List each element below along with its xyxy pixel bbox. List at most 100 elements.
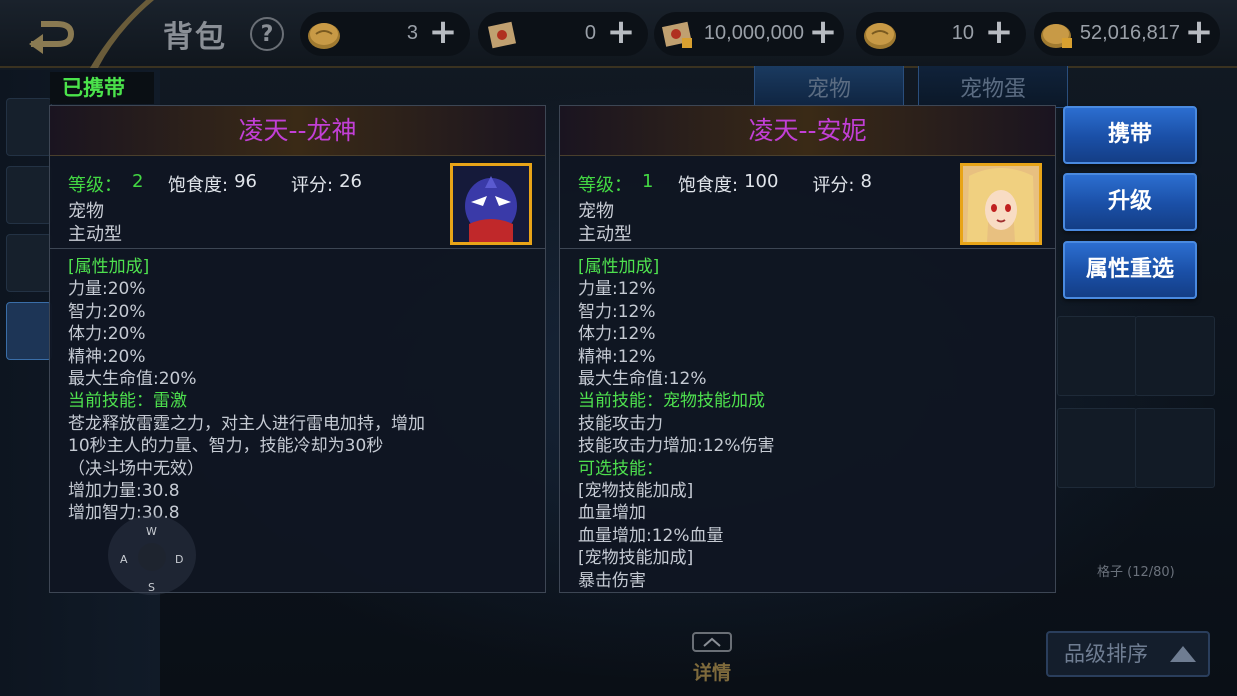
- score-label: 评分:: [812, 175, 855, 196]
- pet-detail-card-carried: 凌天--龙神 等级： 2 饱食度: 96 评分: 26 宠物 主动型 [属性加成…: [49, 105, 546, 593]
- level-label: 等级：: [68, 175, 122, 196]
- joystick-key-s: S: [148, 581, 155, 594]
- attribute-line: 可选技能：: [578, 458, 663, 479]
- level-value: 1: [642, 171, 654, 192]
- joystick-key-a: A: [120, 553, 128, 566]
- attribute-line: [宠物技能加成]: [578, 481, 694, 502]
- attribute-line: 智力:12%: [578, 301, 656, 322]
- dragon-ninja-portrait: [450, 163, 532, 245]
- add-resource-button[interactable]: +: [426, 15, 460, 50]
- sort-by-grade-button[interactable]: 品级排序: [1046, 631, 1210, 677]
- attribute-line: 血量增加:12%血量: [578, 525, 724, 546]
- inventory-slot[interactable]: [1135, 408, 1215, 488]
- attribute-line: 力量:20%: [68, 279, 146, 300]
- satiety-value: 100: [744, 171, 779, 192]
- resource-value: 52,016,817: [1079, 22, 1180, 44]
- attribute-line: [属性加成]: [578, 257, 660, 277]
- score-label: 评分:: [290, 175, 334, 196]
- dragon-ninja-portrait-icon: [453, 166, 529, 242]
- resource-scroll: 0 +: [478, 12, 648, 56]
- pet-stats-row: 等级： 1 饱食度: 100 评分: 8: [578, 171, 906, 197]
- add-resource-button[interactable]: +: [604, 15, 638, 50]
- resource-value: 0: [584, 22, 596, 44]
- inventory-slot[interactable]: [1135, 316, 1215, 396]
- resource-value: 10: [951, 22, 974, 44]
- scroll-icon: [487, 21, 517, 49]
- pet-attribute-list: [属性加成] 力量:12% 智力:12% 体力:12% 精神:12% 最大生命值:12% 当…: [578, 256, 1045, 588]
- attribute-line: 精神:12%: [578, 346, 656, 367]
- tab-pet-egg[interactable]: 宠物蛋: [918, 66, 1068, 108]
- help-button[interactable]: ?: [250, 17, 284, 51]
- resource-silver-coin: 10 +: [856, 12, 1026, 56]
- pet-summary: 等级： 1 饱食度: 100 评分: 8 宠物 主动型: [560, 157, 1055, 249]
- inventory-slot[interactable]: [1057, 408, 1137, 488]
- carry-button[interactable]: 携带: [1063, 106, 1197, 164]
- joystick-key-w: W: [146, 525, 157, 538]
- resource-locked-scroll: 10,000,000 +: [654, 12, 844, 56]
- top-bar: 背包 ? 3 + 0 + 10,000,000 + 10 + 52,016,81…: [0, 0, 1237, 68]
- attribute-line: 技能攻击力增加:12%伤害: [578, 436, 775, 457]
- joystick-key-d: D: [175, 553, 184, 566]
- attribute-line: 体力:20%: [68, 324, 146, 345]
- details-button[interactable]: 详情: [690, 632, 734, 692]
- coin-icon: [308, 23, 340, 49]
- resource-value: 3: [406, 22, 418, 44]
- chevron-up-icon: [692, 632, 732, 652]
- attribute-line: [属性加成]: [68, 257, 150, 277]
- left-category-slot[interactable]: [6, 98, 52, 156]
- reroll-attributes-button[interactable]: 属性重选: [1063, 241, 1197, 299]
- satiety-value: 96: [234, 171, 257, 192]
- carried-label: 已携带: [50, 72, 154, 104]
- coin-icon: [864, 23, 896, 49]
- level-label: 等级：: [578, 175, 632, 196]
- pet-detail-card-selected: 凌天--安妮 等级： 1 饱食度: 100 评分: 8 宠物 主动型 [属性加成…: [559, 105, 1056, 593]
- attribute-line: 10秒主人的力量、智力，技能冷却为30秒: [68, 436, 384, 457]
- attribute-line: 当前技能：雷激: [68, 391, 187, 412]
- resource-value: 10,000,000: [703, 22, 804, 44]
- attribute-line: 苍龙释放雷霆之力，对主人进行雷电加持，增加: [68, 413, 425, 434]
- left-category-slot-active[interactable]: [6, 302, 52, 360]
- slash-decoration-icon: [90, 0, 154, 68]
- attribute-line: 暴击伤害: [578, 570, 646, 588]
- pet-name: 凌天--龙神: [50, 106, 545, 156]
- blonde-girl-portrait-icon: [963, 166, 1039, 242]
- left-category-slot[interactable]: [6, 234, 52, 292]
- upgrade-button[interactable]: 升级: [1063, 173, 1197, 231]
- back-button[interactable]: [24, 14, 94, 58]
- joystick-knob[interactable]: [138, 543, 166, 571]
- add-resource-button[interactable]: +: [982, 15, 1016, 50]
- attribute-line: [宠物技能加成]: [578, 548, 694, 569]
- sort-arrow-up-icon: [1170, 646, 1196, 662]
- pet-stats-row: 等级： 2 饱食度: 96 评分: 26: [68, 171, 396, 197]
- add-resource-button[interactable]: +: [806, 15, 840, 50]
- attribute-line: 精神:20%: [68, 346, 146, 367]
- add-resource-button[interactable]: +: [1182, 15, 1216, 50]
- attribute-line: （决斗场中无效）: [68, 458, 204, 479]
- details-label: 详情: [692, 662, 731, 684]
- chevron-up-glyph: [703, 637, 721, 647]
- page-title: 背包: [163, 20, 227, 55]
- attribute-line: 最大生命值:20%: [68, 369, 197, 390]
- attribute-line: 技能攻击力: [578, 413, 663, 434]
- attribute-line: 力量:12%: [578, 279, 656, 300]
- attribute-line: 智力:20%: [68, 301, 146, 322]
- locked-coin-icon: [1041, 24, 1072, 48]
- resource-locked-coin: 52,016,817 +: [1034, 12, 1220, 56]
- blonde-girl-portrait: [960, 163, 1042, 245]
- sort-label: 品级排序: [1064, 642, 1148, 666]
- attribute-line: 当前技能：宠物技能加成: [578, 391, 765, 412]
- left-category-slot[interactable]: [6, 166, 52, 224]
- attribute-line: 增加力量:30.8: [68, 481, 180, 502]
- locked-scroll-icon: [662, 21, 692, 48]
- attribute-line: 最大生命值:12%: [578, 369, 707, 390]
- pet-name: 凌天--安妮: [560, 106, 1055, 156]
- satiety-label: 饱食度:: [678, 175, 739, 196]
- satiety-label: 饱食度:: [168, 175, 229, 196]
- virtual-joystick[interactable]: W A D S: [108, 515, 196, 595]
- attribute-line: 血量增加: [578, 503, 646, 524]
- attribute-line: 体力:12%: [578, 324, 656, 345]
- tab-pet[interactable]: 宠物: [754, 66, 904, 108]
- inventory-slot[interactable]: [1057, 316, 1137, 396]
- score-value: 8: [860, 171, 872, 192]
- back-arrow-icon: [29, 21, 75, 54]
